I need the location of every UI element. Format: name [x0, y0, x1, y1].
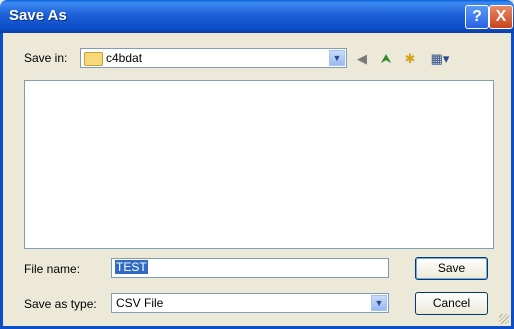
save-in-combobox[interactable]: c4bdat ▼ — [80, 48, 347, 68]
file-name-input[interactable]: TEST — [111, 258, 389, 278]
help-button[interactable]: ? — [465, 5, 489, 29]
up-folder-icon[interactable]: ⮝ — [377, 50, 395, 68]
chevron-down-icon[interactable]: ▼ — [371, 295, 387, 311]
save-type-value: CSV File — [116, 296, 164, 310]
resize-grip[interactable] — [499, 314, 509, 324]
save-button[interactable]: Save — [415, 257, 488, 280]
file-name-label: File name: — [24, 262, 81, 276]
close-button[interactable]: X — [489, 5, 513, 29]
views-menu-icon[interactable]: ▦▾ — [425, 50, 455, 68]
new-folder-icon[interactable]: ✱ — [401, 50, 419, 68]
save-type-select[interactable]: CSV File ▼ — [111, 293, 389, 313]
window-title: Save As — [9, 7, 67, 24]
back-icon[interactable]: ◀ — [353, 50, 371, 68]
file-list[interactable] — [24, 80, 494, 249]
cancel-button[interactable]: Cancel — [415, 292, 488, 315]
save-in-value: c4bdat — [106, 51, 143, 65]
chevron-down-icon[interactable]: ▼ — [329, 50, 345, 66]
save-type-label: Save as type: — [24, 297, 97, 311]
file-name-value: TEST — [115, 260, 148, 274]
title-bar[interactable]: Save As ? X — [0, 0, 514, 33]
save-in-label: Save in: — [24, 51, 68, 65]
folder-icon — [84, 52, 103, 66]
